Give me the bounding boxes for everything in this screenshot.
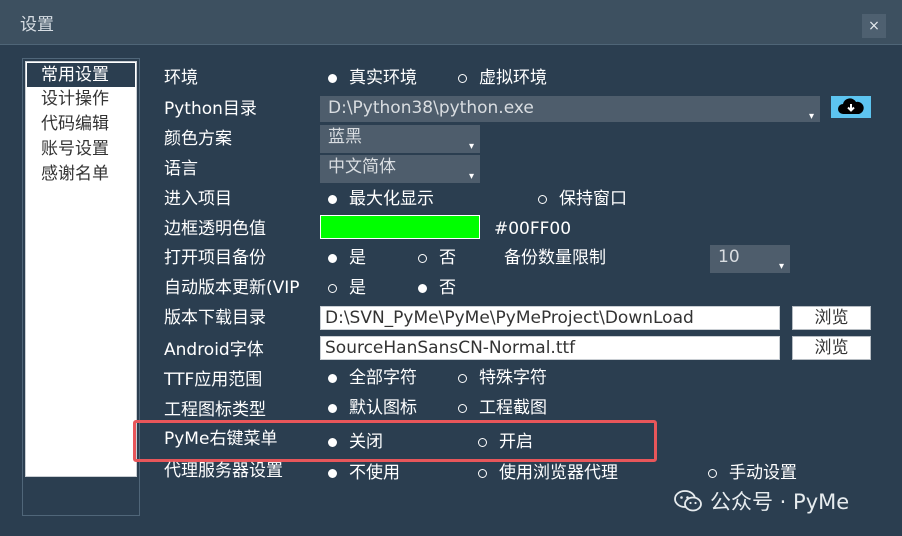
color-scheme-value: 蓝黑 — [328, 127, 362, 147]
settings-nav-panel: 常用设置 设计操作 代码编辑 账号设置 感谢名单 — [22, 58, 140, 516]
ttf-special-label: 特殊字符 — [479, 368, 547, 388]
ttf-all-radio[interactable]: 全部字符 — [328, 366, 417, 390]
close-button[interactable]: × — [862, 14, 886, 38]
backup-yes-label: 是 — [349, 248, 366, 268]
radio-unchecked-icon — [458, 73, 467, 83]
backup-label: 打开项目备份 — [164, 248, 266, 268]
enter-maximize-radio[interactable]: 最大化显示 — [328, 187, 434, 211]
context-menu-on-radio[interactable]: 开启 — [478, 430, 533, 454]
backup-limit-label: 备份数量限制 — [504, 248, 606, 268]
nav-item-general[interactable]: 常用设置 — [27, 63, 135, 87]
enter-project-label: 进入项目 — [164, 189, 232, 209]
env-real-label: 真实环境 — [349, 68, 417, 88]
radio-unchecked-icon — [538, 194, 547, 204]
chevron-down-icon: ▾ — [808, 111, 814, 122]
enter-keep-window-radio[interactable]: 保持窗口 — [538, 187, 627, 211]
radio-checked-icon — [328, 437, 337, 447]
context-menu-off-radio[interactable]: 关闭 — [328, 430, 383, 454]
radio-unchecked-icon — [478, 437, 487, 447]
language-value: 中文简体 — [328, 157, 396, 177]
radio-checked-icon — [328, 403, 337, 413]
android-font-input[interactable]: SourceHanSansCN-Normal.ttf — [320, 336, 780, 360]
window-title: 设置 — [20, 15, 54, 35]
title-bar: 设置 × — [0, 0, 902, 45]
env-virtual-radio[interactable]: 虚拟环境 — [458, 66, 547, 90]
context-menu-label: PyMe右键菜单 — [164, 429, 278, 449]
radio-checked-icon — [418, 283, 427, 293]
android-font-browse-button[interactable]: 浏览 — [792, 336, 871, 360]
radio-unchecked-icon — [458, 373, 467, 383]
proxy-browser-label: 使用浏览器代理 — [499, 463, 618, 483]
color-scheme-select[interactable]: 蓝黑 ▾ — [320, 125, 480, 153]
border-color-value: #00FF00 — [494, 219, 572, 239]
proxy-manual-label: 手动设置 — [729, 463, 797, 483]
download-dir-label: 版本下载目录 — [164, 308, 266, 328]
wechat-icon — [674, 490, 702, 512]
proxy-manual-radio[interactable]: 手动设置 — [708, 461, 797, 485]
proxy-none-label: 不使用 — [349, 463, 400, 483]
nav-item-account[interactable]: 账号设置 — [27, 137, 135, 161]
nav-item-thanks[interactable]: 感谢名单 — [27, 162, 135, 186]
download-button[interactable] — [831, 96, 871, 118]
settings-nav-list: 常用设置 设计操作 代码编辑 账号设置 感谢名单 — [25, 61, 137, 477]
backup-limit-select[interactable]: 10 ▾ — [710, 245, 790, 273]
radio-checked-icon — [328, 73, 337, 83]
cloud-download-icon — [838, 98, 864, 114]
backup-yes-radio[interactable]: 是 — [328, 246, 366, 270]
project-icon-label: 工程图标类型 — [164, 400, 266, 420]
nav-item-code-edit[interactable]: 代码编辑 — [27, 112, 135, 136]
env-virtual-label: 虚拟环境 — [479, 68, 547, 88]
radio-unchecked-icon — [478, 468, 487, 478]
radio-unchecked-icon — [458, 403, 467, 413]
env-real-radio[interactable]: 真实环境 — [328, 66, 417, 90]
nav-item-design[interactable]: 设计操作 — [27, 87, 135, 111]
radio-checked-icon — [328, 373, 337, 383]
chevron-down-icon: ▾ — [468, 171, 474, 182]
ttf-special-radio[interactable]: 特殊字符 — [458, 366, 547, 390]
context-menu-on-label: 开启 — [499, 432, 533, 452]
chevron-down-icon: ▾ — [468, 141, 474, 152]
python-path-select[interactable]: D:\Python38\python.exe ▾ — [320, 96, 820, 122]
python-path-value: D:\Python38\python.exe — [328, 98, 534, 118]
android-font-label: Android字体 — [164, 340, 264, 360]
auto-update-no-label: 否 — [439, 278, 456, 298]
env-label: 环境 — [164, 68, 198, 88]
download-dir-input[interactable]: D:\SVN_PyMe\PyMe\PyMeProject\DownLoad — [320, 306, 780, 330]
radio-unchecked-icon — [418, 253, 427, 263]
radio-checked-icon — [328, 468, 337, 478]
auto-update-yes-radio[interactable]: 是 — [328, 276, 366, 300]
watermark: 公众号 · PyMe — [674, 486, 849, 516]
enter-maximize-label: 最大化显示 — [349, 189, 434, 209]
radio-checked-icon — [328, 194, 337, 204]
backup-limit-value: 10 — [718, 247, 740, 267]
backup-no-radio[interactable]: 否 — [418, 246, 456, 270]
proxy-browser-radio[interactable]: 使用浏览器代理 — [478, 461, 618, 485]
python-label: Python目录 — [164, 99, 257, 119]
proxy-label: 代理服务器设置 — [164, 461, 283, 481]
radio-checked-icon — [328, 253, 337, 263]
proxy-none-radio[interactable]: 不使用 — [328, 461, 400, 485]
project-icon-default-radio[interactable]: 默认图标 — [328, 396, 417, 420]
watermark-text: 公众号 · PyMe — [710, 490, 850, 514]
enter-keep-window-label: 保持窗口 — [559, 189, 627, 209]
project-icon-screenshot-radio[interactable]: 工程截图 — [458, 396, 547, 420]
auto-update-no-radio[interactable]: 否 — [418, 276, 456, 300]
auto-update-label: 自动版本更新(VIP — [164, 278, 300, 298]
download-dir-browse-button[interactable]: 浏览 — [792, 306, 871, 330]
auto-update-yes-label: 是 — [349, 278, 366, 298]
project-icon-screenshot-label: 工程截图 — [479, 398, 547, 418]
color-scheme-label: 颜色方案 — [164, 129, 232, 149]
language-select[interactable]: 中文简体 ▾ — [320, 155, 480, 183]
chevron-down-icon: ▾ — [778, 261, 784, 272]
language-label: 语言 — [164, 159, 198, 179]
radio-unchecked-icon — [328, 283, 337, 293]
ttf-all-label: 全部字符 — [349, 368, 417, 388]
radio-unchecked-icon — [708, 468, 717, 478]
color-swatch[interactable] — [320, 215, 480, 239]
backup-no-label: 否 — [439, 248, 456, 268]
context-menu-off-label: 关闭 — [349, 432, 383, 452]
border-color-label: 边框透明色值 — [164, 219, 266, 239]
project-icon-default-label: 默认图标 — [349, 398, 417, 418]
ttf-scope-label: TTF应用范围 — [164, 370, 263, 390]
